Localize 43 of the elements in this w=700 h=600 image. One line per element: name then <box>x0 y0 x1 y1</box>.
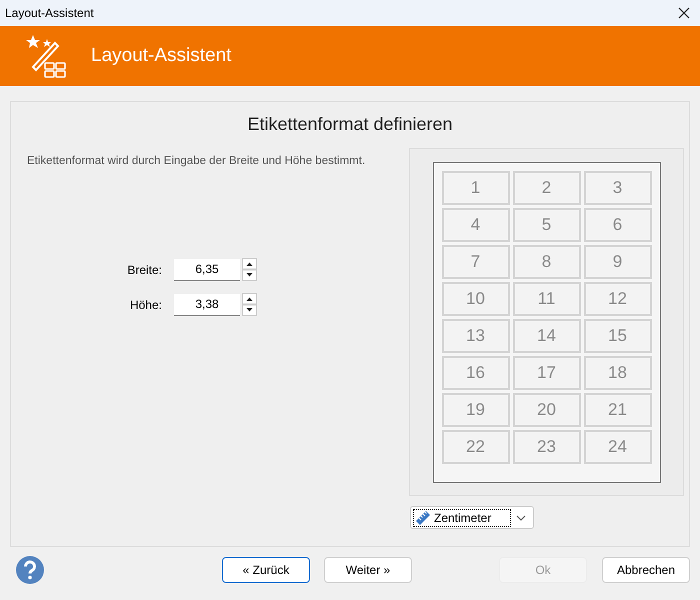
label-cell: 2 <box>512 171 580 205</box>
label-cell: 20 <box>512 393 580 427</box>
label-cell: 21 <box>584 393 652 427</box>
label-cell: 13 <box>442 319 510 353</box>
label-cell: 7 <box>442 245 510 279</box>
close-icon[interactable] <box>678 7 690 19</box>
label-cell: 19 <box>442 393 510 427</box>
label-cell: 24 <box>584 430 652 464</box>
ruler-icon <box>415 510 431 526</box>
window-title: Layout-Assistent <box>5 5 94 22</box>
number-field[interactable]: 3,38 <box>174 294 240 316</box>
label-cell: 4 <box>442 208 510 242</box>
label-cell: 3 <box>584 171 652 205</box>
dialog-button[interactable]: Abbrechen <box>602 557 690 583</box>
chevron-down-icon <box>516 514 526 520</box>
label-cell: 12 <box>584 282 652 316</box>
field-label: Höhe: <box>128 296 163 314</box>
label-cell: 14 <box>512 319 580 353</box>
label-cell: 15 <box>584 319 652 353</box>
label-cell: 9 <box>584 245 652 279</box>
field-label: Breite: <box>126 262 163 279</box>
unit-dropdown[interactable]: Zentimeter <box>410 506 534 529</box>
label-cell: 10 <box>442 282 510 316</box>
label-cell: 1 <box>442 171 510 205</box>
number-field[interactable]: 6,35 <box>174 258 240 281</box>
dialog-button[interactable]: « Zurück <box>222 557 310 583</box>
label-cell: 22 <box>442 430 510 464</box>
page-heading: Etikettenformat definieren <box>246 113 454 136</box>
label-cell: 17 <box>512 356 580 390</box>
description-text: Etikettenformat wird durch Eingabe der Breite und Höhe bestimmt. <box>27 154 366 169</box>
magic-wand-icon <box>25 33 67 79</box>
label-cell: 16 <box>442 356 510 390</box>
help-icon[interactable] <box>16 556 44 584</box>
label-cell: 23 <box>512 430 580 464</box>
spinner-arrows-icon[interactable] <box>242 258 257 282</box>
label-cell: 6 <box>584 208 652 242</box>
label-cell: 18 <box>584 356 652 390</box>
label-cell: 8 <box>512 245 580 279</box>
label-cell: 11 <box>512 282 580 316</box>
spinner-arrows-icon[interactable] <box>242 293 257 316</box>
header-title: Layout-Assistent <box>91 44 232 68</box>
label-cell: 5 <box>512 208 580 242</box>
dialog-button[interactable]: Weiter » <box>324 557 412 583</box>
